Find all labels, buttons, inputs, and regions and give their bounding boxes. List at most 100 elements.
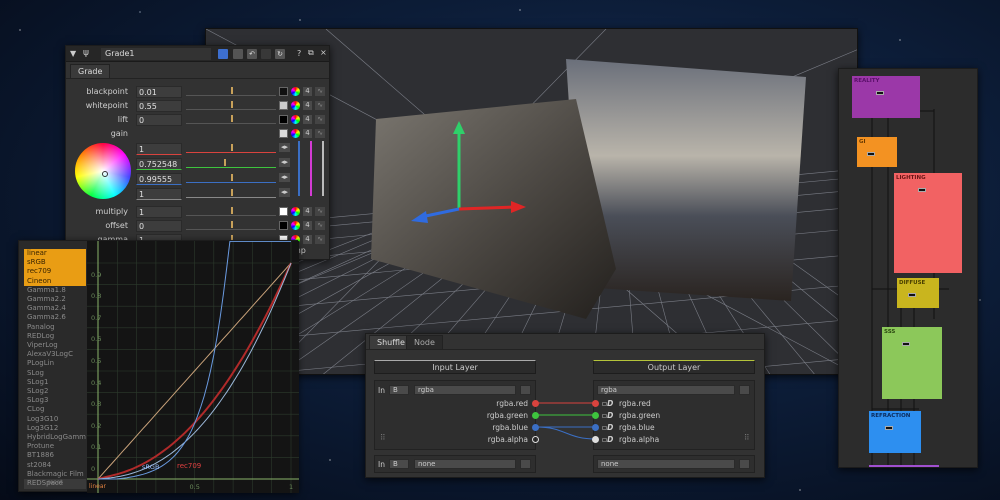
backdrop-gi[interactable]: GI (857, 137, 897, 167)
colorspace-item[interactable]: Log3G10 (24, 415, 86, 424)
input-channel-socket[interactable] (532, 436, 539, 443)
channel-count-button[interactable]: 4 (303, 87, 312, 96)
gain-channel-field[interactable]: 0.99555 (136, 173, 182, 185)
color-swatch[interactable] (279, 221, 288, 230)
expand-arrows-icon[interactable]: ◂▸ (279, 188, 290, 197)
colorspace-item[interactable]: Log3G12 (24, 424, 86, 433)
rows-slider[interactable] (186, 100, 276, 110)
output-channel-socket[interactable] (592, 400, 599, 407)
colorspace-item[interactable]: sRGB (24, 258, 86, 268)
color-swatch[interactable] (279, 207, 288, 216)
rows-field[interactable]: 0.55 (136, 100, 182, 112)
channel-toggle-icon[interactable]: ▫D (602, 423, 613, 432)
node[interactable] (867, 152, 875, 156)
expand-arrows-icon[interactable]: ◂▸ (279, 173, 290, 182)
output-layer-dropdown-2[interactable]: none (597, 459, 735, 469)
rows-slider[interactable] (186, 114, 276, 124)
input-channel-socket[interactable] (532, 400, 539, 407)
slider-knob[interactable] (224, 159, 226, 166)
channel-count-button[interactable]: 4 (303, 207, 312, 216)
curve-icon[interactable]: ∿ (315, 235, 325, 244)
colorspace-item[interactable]: ViperLog (24, 341, 86, 350)
colorspace-item[interactable]: PLogLin (24, 359, 86, 368)
rows2-slider[interactable] (186, 220, 276, 230)
color-swatch[interactable] (279, 115, 288, 124)
node[interactable] (918, 188, 926, 192)
gain-channel-slider[interactable] (186, 173, 276, 183)
colorspace-item[interactable]: Blackmagic Film (24, 470, 86, 479)
curve-icon[interactable]: ∿ (315, 221, 325, 230)
expand-arrows-icon[interactable]: ◂▸ (279, 158, 290, 167)
channel-toggle-icon[interactable]: ▫D (602, 399, 613, 408)
color-picker-icon[interactable] (291, 221, 300, 230)
collapse-icon[interactable]: ▼ (70, 49, 76, 58)
gain-slider-magenta[interactable] (310, 141, 312, 196)
curve-icon[interactable]: ∿ (315, 207, 325, 216)
node[interactable] (885, 426, 893, 430)
channel-count-button[interactable]: 4 (303, 221, 312, 230)
curve-icon[interactable]: ∿ (315, 129, 325, 138)
curve-icon[interactable]: ∿ (315, 115, 325, 124)
gain-channel-slider[interactable] (186, 158, 276, 168)
colorspace-item[interactable]: BT1886 (24, 451, 86, 460)
color-swatch[interactable] (279, 129, 288, 138)
help-icon[interactable]: ? (297, 49, 301, 58)
colorspace-item[interactable]: SLog3 (24, 396, 86, 405)
backdrop-lighting[interactable]: LIGHTING (894, 173, 962, 273)
color-wheel[interactable] (75, 143, 131, 199)
expand-arrows-icon[interactable]: ◂▸ (279, 143, 290, 152)
channel-count-button[interactable]: 4 (303, 101, 312, 110)
output-channel-socket[interactable] (592, 424, 599, 431)
colorspace-item[interactable]: Gamma1.8 (24, 286, 86, 295)
rows2-field[interactable]: 0 (136, 220, 182, 232)
gain-slider-white[interactable] (322, 141, 324, 196)
node[interactable] (902, 342, 910, 346)
gain-slider-blue[interactable] (298, 141, 300, 196)
gain-channel-slider[interactable] (186, 143, 276, 153)
gain-channel-field[interactable]: 0.752548 (136, 158, 182, 170)
output-layer-menu-button-2[interactable] (739, 459, 750, 469)
slider-knob[interactable] (231, 87, 233, 94)
rows-field[interactable]: 0.01 (136, 86, 182, 98)
colorspace-item[interactable]: SLog1 (24, 378, 86, 387)
revert-icon[interactable]: ↻ (275, 49, 285, 59)
channel-toggle-icon[interactable]: ▫D (602, 411, 613, 420)
input-channel-socket[interactable] (532, 412, 539, 419)
curve-plot[interactable] (87, 241, 299, 493)
color-wheel-picker[interactable] (102, 171, 108, 177)
gain-channel-field[interactable]: 1 (136, 188, 182, 200)
input-layer-menu-button-2[interactable] (520, 459, 531, 469)
rows2-slider[interactable] (186, 206, 276, 216)
channel-toggle-icon[interactable]: ▫D (602, 435, 613, 444)
curve-icon[interactable]: ∿ (315, 87, 325, 96)
colorspace-item[interactable]: AlexaV3LogC (24, 350, 86, 359)
input-b-dropdown-2[interactable]: B (389, 459, 409, 469)
colorspace-item[interactable]: CLog (24, 405, 86, 414)
viewer-input-icon[interactable] (218, 49, 228, 59)
rows2-field[interactable]: 1 (136, 206, 182, 218)
colorspace-item[interactable]: SLog2 (24, 387, 86, 396)
rows-field[interactable]: 0 (136, 114, 182, 126)
colorspace-item[interactable]: Protune (24, 442, 86, 451)
redo-disabled-icon[interactable] (261, 49, 271, 59)
slider-knob[interactable] (231, 115, 233, 122)
backdrop-reality[interactable]: REALITY (852, 76, 920, 118)
backdrop-refraction[interactable]: REFRACTION (869, 411, 921, 453)
node-name-field[interactable]: Grade1 (101, 48, 211, 60)
close-icon[interactable]: × (320, 48, 327, 57)
output-channel-socket[interactable] (592, 436, 599, 443)
node[interactable] (876, 91, 884, 95)
node-graph[interactable]: REALITY GI LIGHTING DIFFUSE SSS REFRACTION (838, 68, 978, 468)
slider-knob[interactable] (231, 144, 233, 151)
color-toggle-icon[interactable] (233, 49, 243, 59)
slider-knob[interactable] (231, 221, 233, 228)
color-swatch[interactable] (279, 87, 288, 96)
channel-count-button[interactable]: 4 (303, 235, 312, 244)
colorspace-item[interactable]: Panalog (24, 323, 86, 332)
input-layer-dropdown-2[interactable]: none (414, 459, 516, 469)
gain-channel-slider[interactable] (186, 188, 276, 198)
colorspace-item[interactable]: Gamma2.4 (24, 304, 86, 313)
gain-channel-field[interactable]: 1 (136, 143, 182, 155)
colorspace-item[interactable]: Gamma2.6 (24, 313, 86, 322)
backdrop-sss[interactable]: SSS (882, 327, 942, 399)
